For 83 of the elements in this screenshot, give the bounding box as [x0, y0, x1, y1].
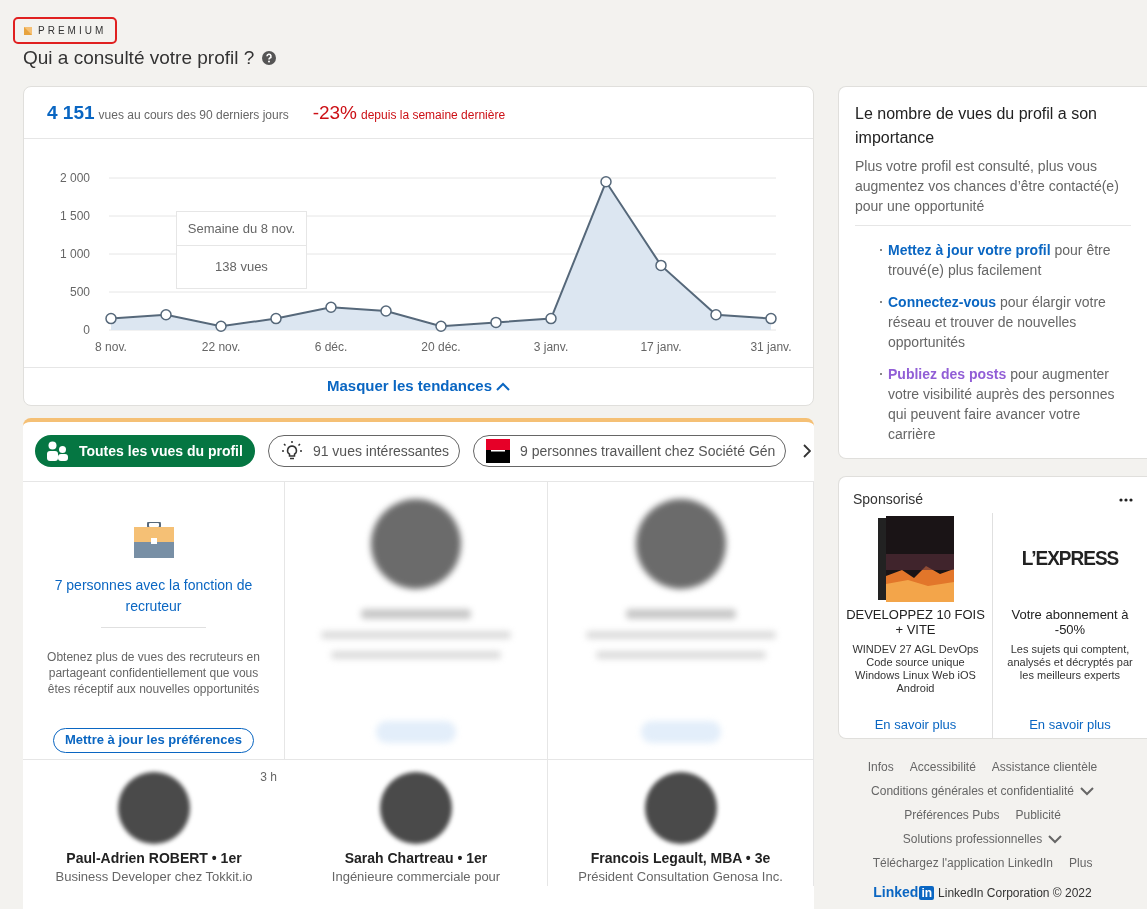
- tip-link[interactable]: Publiez des posts: [888, 366, 1007, 382]
- axis-tick-label: 500: [69, 284, 90, 299]
- data-point[interactable]: [105, 312, 117, 324]
- copyright: LinkedIn Corporation © 2022: [938, 884, 1092, 902]
- footer-link[interactable]: Assistance clientèle: [991, 758, 1098, 776]
- premium-label: PREMIUM: [38, 24, 107, 38]
- tip-link[interactable]: Mettez à jour votre profil: [888, 242, 1051, 258]
- logo-wordmark: Linked: [873, 883, 919, 902]
- hide-trends-link[interactable]: Masquer les tendances: [326, 374, 511, 398]
- ad-description: Les sujets qui comptent, analysés et décryptés par les meilleurs experts: [1006, 643, 1134, 682]
- change-percent: -23%: [312, 101, 357, 125]
- footer-link[interactable]: Solutions professionnelles: [902, 830, 1063, 848]
- data-point[interactable]: [325, 300, 337, 313]
- learn-more-link[interactable]: En savoir plus: [1029, 714, 1111, 734]
- data-point[interactable]: [600, 175, 612, 188]
- change-caption: depuis la semaine dernière: [361, 107, 506, 124]
- footer-link[interactable]: Infos: [867, 758, 894, 776]
- data-point[interactable]: [215, 319, 227, 332]
- data-point[interactable]: [270, 312, 282, 324]
- recruiter-count-link[interactable]: 7 personnes avec la fonction de recruteur: [43, 574, 264, 617]
- data-point[interactable]: [160, 308, 172, 321]
- footer-link[interactable]: Téléchargez l'application LinkedIn: [872, 854, 1054, 872]
- filter-pill[interactable]: Toutes les vues du profil: [35, 435, 255, 467]
- axis-tick-label: 2 000: [59, 170, 90, 185]
- axis-tick-label: 31 janv.: [750, 339, 792, 354]
- axis-tick-label: 0: [83, 322, 90, 337]
- axis-tick-label: 8 nov.: [95, 339, 127, 354]
- briefcase-icon: [133, 521, 174, 558]
- viewer-headline: Président Consultation Genosa Inc.: [578, 867, 783, 886]
- data-point[interactable]: [380, 304, 392, 317]
- footer-link[interactable]: Conditions générales et confidentialité: [871, 782, 1094, 800]
- more-options-icon[interactable]: [1119, 497, 1133, 502]
- chevron-up-icon: [496, 381, 511, 391]
- premium-icon: [24, 26, 32, 35]
- logo-badge: in: [919, 885, 935, 900]
- viewer-name[interactable]: Sarah Chartreau • 1er: [344, 847, 488, 868]
- data-point[interactable]: [655, 259, 667, 271]
- footer-link[interactable]: Accessibilité: [909, 758, 976, 776]
- axis-tick-label: 1 000: [59, 246, 90, 261]
- data-point[interactable]: [765, 312, 777, 324]
- tooltip-title: Semaine du 8 nov.: [177, 211, 306, 246]
- ad-description: WINDEV 27 AGL DevOps Code source unique Windows Linux Web iOS Android: [851, 643, 980, 695]
- axis-tick-label: 17 janv.: [640, 339, 682, 354]
- viewer-headline: Business Developer chez Tokkit.io: [55, 867, 253, 886]
- lightbulb-icon: [280, 440, 303, 462]
- data-point[interactable]: [490, 316, 502, 328]
- view-time: 3 h: [260, 768, 277, 786]
- learn-more-link[interactable]: En savoir plus: [874, 714, 957, 734]
- viewer-name[interactable]: Paul-Adrien ROBERT • 1er: [66, 847, 242, 868]
- chevron-down-icon: [1048, 834, 1063, 844]
- data-point[interactable]: [545, 312, 557, 324]
- tip-link[interactable]: Connectez-vous: [888, 294, 997, 310]
- total-views: 4 151: [47, 101, 95, 125]
- info-title: Le nombre de vues du profil a son importance: [855, 104, 1098, 148]
- ad-headline: Votre abonnement à -50%: [1010, 607, 1130, 637]
- tip-text: Connectez-vous pour élargir votre réseau et trouver de nouvelles opportunités: [888, 293, 1107, 352]
- company-logo-icon: [486, 439, 511, 463]
- data-point[interactable]: [435, 319, 447, 332]
- sponsored-label: Sponsorisé: [853, 490, 924, 509]
- chevron-right-icon[interactable]: [803, 444, 812, 458]
- tip-text: Publiez des posts pour augmenter votre visibilité auprès des personnes qui peuvent faire avancer votre carrière: [888, 365, 1116, 444]
- footer-link[interactable]: Publicité: [1015, 806, 1061, 824]
- footer-link[interactable]: Préférences Pubs: [904, 806, 1000, 824]
- info-description: Plus votre profil est consulté, plus vous augmentez vos chances d’être contacté(e) pour une opportunité: [855, 156, 1131, 226]
- people-icon: [47, 441, 69, 461]
- axis-tick-label: 3 janv.: [533, 339, 569, 354]
- data-point[interactable]: [710, 308, 722, 321]
- help-icon[interactable]: [262, 51, 277, 65]
- chevron-down-icon: [1079, 786, 1094, 796]
- axis-tick-label: 1 500: [59, 208, 90, 223]
- footer-link[interactable]: Plus: [1069, 854, 1093, 872]
- viewer-name[interactable]: Francois Legault, MBA • 3e: [590, 847, 771, 868]
- axis-tick-label: 20 déc.: [421, 339, 461, 354]
- brand-logo: L’EXPRESS: [1021, 544, 1119, 571]
- recruiter-description: Obtenez plus de vues des recruteurs en partageant confidentiellement que vous êtes réceptif aux nouvelles opportunités: [46, 648, 261, 697]
- axis-tick-label: 6 déc.: [314, 339, 348, 354]
- tip-text: Mettez à jour votre profil pour être trouvé(e) plus facilement: [888, 241, 1112, 280]
- tooltip-value: 138 vues: [214, 258, 269, 276]
- total-views-caption: vues au cours des 90 derniers jours: [98, 107, 289, 124]
- axis-tick-label: 22 nov.: [201, 339, 241, 354]
- page-title: Qui a consulté votre profil ?: [23, 46, 255, 70]
- ad-headline: DEVELOPPEZ 10 FOIS + VITE: [845, 607, 986, 637]
- viewer-headline: Ingénieure commerciale pour: [331, 867, 501, 886]
